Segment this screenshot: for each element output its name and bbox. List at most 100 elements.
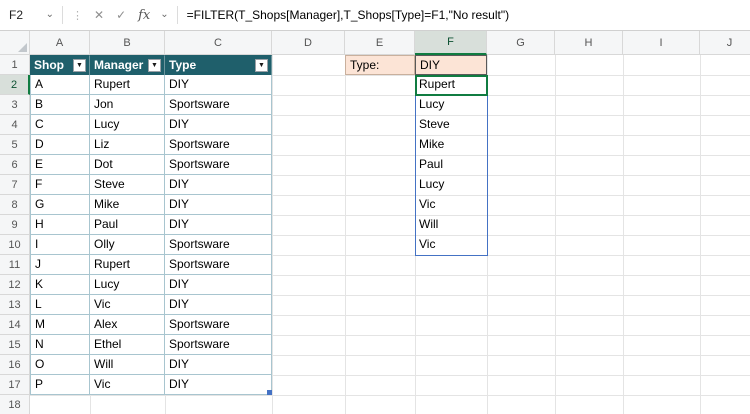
cell-C9[interactable]: DIY [165, 215, 272, 235]
cell-F2[interactable]: Rupert [415, 75, 487, 95]
cell-C12[interactable]: DIY [165, 275, 272, 295]
row-header-11[interactable]: 11 [0, 255, 30, 275]
row-header-2[interactable]: 2 [0, 75, 30, 95]
cell-B6[interactable]: Dot [90, 155, 165, 175]
cell-B15[interactable]: Ethel [90, 335, 165, 355]
insert-function-icon[interactable]: fx [132, 8, 156, 23]
cell-A14[interactable]: M [30, 315, 90, 335]
cell-C14[interactable]: Sportsware [165, 315, 272, 335]
cell-A5[interactable]: D [30, 135, 90, 155]
cell-A12[interactable]: K [30, 275, 90, 295]
filter-button-manager[interactable]: ▼ [148, 59, 161, 72]
column-header-G[interactable]: G [487, 31, 555, 55]
cancel-icon[interactable]: ✕ [88, 8, 110, 22]
cell-C17[interactable]: DIY [165, 375, 272, 395]
row-header-15[interactable]: 15 [0, 335, 30, 355]
cell-C16[interactable]: DIY [165, 355, 272, 375]
column-header-C[interactable]: C [165, 31, 272, 55]
cell-A16[interactable]: O [30, 355, 90, 375]
table-resize-handle[interactable] [267, 390, 272, 395]
column-header-I[interactable]: I [623, 31, 700, 55]
select-all-corner[interactable] [0, 31, 30, 55]
row-header-8[interactable]: 8 [0, 195, 30, 215]
cell-A4[interactable]: C [30, 115, 90, 135]
cell-B13[interactable]: Vic [90, 295, 165, 315]
cell-F6[interactable]: Paul [415, 155, 487, 175]
cell-F1[interactable]: DIY [415, 55, 487, 75]
cell-B2[interactable]: Rupert [90, 75, 165, 95]
row-header-6[interactable]: 6 [0, 155, 30, 175]
filter-button-shop[interactable]: ▼ [73, 59, 86, 72]
column-header-E[interactable]: E [345, 31, 415, 55]
cell-F3[interactable]: Lucy [415, 95, 487, 115]
cell-A17[interactable]: P [30, 375, 90, 395]
row-header-12[interactable]: 12 [0, 275, 30, 295]
row-header-9[interactable]: 9 [0, 215, 30, 235]
cell-A13[interactable]: L [30, 295, 90, 315]
row-header-10[interactable]: 10 [0, 235, 30, 255]
cell-C5[interactable]: Sportsware [165, 135, 272, 155]
cell-C15[interactable]: Sportsware [165, 335, 272, 355]
formula-bar-splitter-icon[interactable]: ⋮ [67, 9, 88, 22]
cell-A6[interactable]: E [30, 155, 90, 175]
cell-A3[interactable]: B [30, 95, 90, 115]
name-box-dropdown-icon[interactable]: ⌄ [42, 10, 58, 20]
row-header-18[interactable]: 18 [0, 395, 30, 414]
cell-F8[interactable]: Vic [415, 195, 487, 215]
row-header-4[interactable]: 4 [0, 115, 30, 135]
cell-A9[interactable]: H [30, 215, 90, 235]
formula-input[interactable]: =FILTER(T_Shops[Manager],T_Shops[Type]=F… [182, 8, 509, 22]
cell-B14[interactable]: Alex [90, 315, 165, 335]
cell-C3[interactable]: Sportsware [165, 95, 272, 115]
row-header-17[interactable]: 17 [0, 375, 30, 395]
cell-A8[interactable]: G [30, 195, 90, 215]
cell-A11[interactable]: J [30, 255, 90, 275]
row-header-5[interactable]: 5 [0, 135, 30, 155]
cell-E1[interactable]: Type: [345, 55, 415, 75]
name-box[interactable]: F2 ⌄ [0, 0, 58, 30]
cell-C4[interactable]: DIY [165, 115, 272, 135]
cell-B17[interactable]: Vic [90, 375, 165, 395]
column-header-J[interactable]: J [700, 31, 750, 55]
cell-A15[interactable]: N [30, 335, 90, 355]
filter-button-type[interactable]: ▼ [255, 59, 268, 72]
row-header-13[interactable]: 13 [0, 295, 30, 315]
cell-B10[interactable]: Olly [90, 235, 165, 255]
cell-B5[interactable]: Liz [90, 135, 165, 155]
cell-B7[interactable]: Steve [90, 175, 165, 195]
cell-C11[interactable]: Sportsware [165, 255, 272, 275]
cell-F7[interactable]: Lucy [415, 175, 487, 195]
column-header-A[interactable]: A [30, 31, 90, 55]
cell-C10[interactable]: Sportsware [165, 235, 272, 255]
cell-B16[interactable]: Will [90, 355, 165, 375]
cell-F9[interactable]: Will [415, 215, 487, 235]
cell-A2[interactable]: A [30, 75, 90, 95]
enter-icon[interactable]: ✓ [110, 8, 132, 22]
cell-F5[interactable]: Mike [415, 135, 487, 155]
cell-B4[interactable]: Lucy [90, 115, 165, 135]
column-header-H[interactable]: H [555, 31, 623, 55]
cell-C2[interactable]: DIY [165, 75, 272, 95]
row-header-16[interactable]: 16 [0, 355, 30, 375]
row-header-7[interactable]: 7 [0, 175, 30, 195]
column-header-F[interactable]: F [415, 31, 487, 55]
cell-F10[interactable]: Vic [415, 235, 487, 255]
cell-C6[interactable]: Sportsware [165, 155, 272, 175]
row-header-14[interactable]: 14 [0, 315, 30, 335]
cell-B11[interactable]: Rupert [90, 255, 165, 275]
cell-A7[interactable]: F [30, 175, 90, 195]
cell-B9[interactable]: Paul [90, 215, 165, 235]
row-header-1[interactable]: 1 [0, 55, 30, 75]
function-dropdown-icon[interactable]: ⌄ [156, 10, 172, 20]
cell-C13[interactable]: DIY [165, 295, 272, 315]
cell-B8[interactable]: Mike [90, 195, 165, 215]
row-header-3[interactable]: 3 [0, 95, 30, 115]
column-header-D[interactable]: D [272, 31, 345, 55]
column-header-B[interactable]: B [90, 31, 165, 55]
cell-F4[interactable]: Steve [415, 115, 487, 135]
cell-C7[interactable]: DIY [165, 175, 272, 195]
cell-B3[interactable]: Jon [90, 95, 165, 115]
cell-C8[interactable]: DIY [165, 195, 272, 215]
cell-B12[interactable]: Lucy [90, 275, 165, 295]
cell-A10[interactable]: I [30, 235, 90, 255]
